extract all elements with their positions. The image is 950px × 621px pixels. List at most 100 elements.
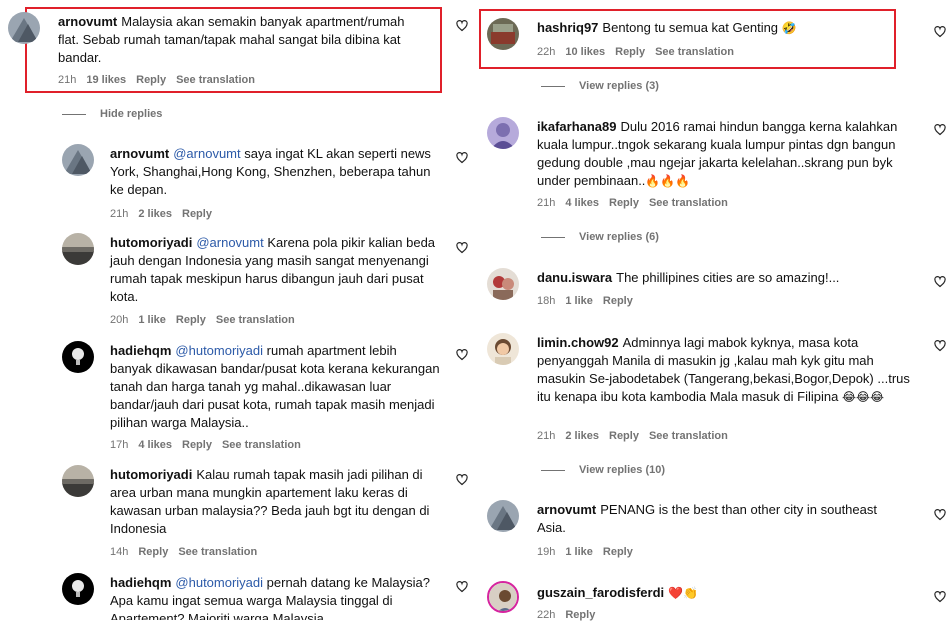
- like-heart-icon[interactable]: [933, 591, 947, 605]
- comment-meta: 19h 1 like Reply: [537, 546, 643, 558]
- like-heart-icon[interactable]: [455, 242, 469, 256]
- reply-button[interactable]: Reply: [609, 197, 639, 209]
- like-heart-icon[interactable]: [933, 276, 947, 290]
- reply-button[interactable]: Reply: [609, 430, 639, 442]
- see-translation-link[interactable]: See translation: [178, 546, 257, 558]
- username[interactable]: hadiehqm: [110, 343, 171, 358]
- reply-button[interactable]: Reply: [603, 295, 633, 307]
- avatar[interactable]: [62, 465, 94, 497]
- comment-body: hutomoriyadi @arnovumt Karena pola pikir …: [110, 234, 440, 306]
- divider-line: [541, 469, 565, 471]
- see-translation-link[interactable]: See translation: [222, 439, 301, 451]
- comment-meta: 21h 2 likes Reply: [110, 208, 222, 220]
- likes-count[interactable]: 4 likes: [138, 439, 172, 451]
- avatar[interactable]: [487, 117, 519, 149]
- username[interactable]: arnovumt: [58, 14, 117, 29]
- like-heart-icon[interactable]: [455, 474, 469, 488]
- likes-count[interactable]: 4 likes: [565, 197, 599, 209]
- timestamp[interactable]: 21h: [110, 208, 128, 220]
- highlight-box-right: [479, 9, 896, 69]
- timestamp[interactable]: 17h: [110, 439, 128, 451]
- comment-meta: 18h 1 like Reply: [537, 295, 643, 307]
- like-heart-icon[interactable]: [933, 340, 947, 354]
- username[interactable]: arnovumt: [110, 146, 169, 161]
- like-heart-icon[interactable]: [933, 509, 947, 523]
- see-translation-link[interactable]: See translation: [649, 430, 728, 442]
- username[interactable]: ikafarhana89: [537, 119, 617, 134]
- avatar[interactable]: [8, 12, 40, 44]
- avatar[interactable]: [487, 268, 519, 300]
- avatar[interactable]: [487, 581, 519, 613]
- reply-button[interactable]: Reply: [565, 609, 595, 621]
- avatar[interactable]: [487, 500, 519, 532]
- reply-button[interactable]: Reply: [615, 46, 645, 58]
- mention-link[interactable]: @arnovumt: [173, 146, 240, 161]
- mention-link[interactable]: @hutomoriyadi: [175, 575, 263, 590]
- reply-button[interactable]: Reply: [182, 439, 212, 451]
- likes-count[interactable]: 1 like: [565, 546, 593, 558]
- username[interactable]: limin.chow92: [537, 335, 619, 350]
- divider-line: [541, 85, 565, 87]
- hide-replies-button[interactable]: Hide replies: [62, 108, 162, 120]
- reply-button[interactable]: Reply: [136, 74, 166, 86]
- timestamp[interactable]: 21h: [537, 430, 555, 442]
- like-heart-icon[interactable]: [455, 349, 469, 363]
- timestamp[interactable]: 22h: [537, 609, 555, 621]
- comment-text: The phillipines cities are so amazing!..…: [616, 270, 840, 285]
- timestamp[interactable]: 18h: [537, 295, 555, 307]
- likes-count[interactable]: 19 likes: [86, 74, 126, 86]
- view-replies-label: View replies (3): [579, 80, 659, 92]
- like-heart-icon[interactable]: [933, 124, 947, 138]
- mention-link[interactable]: @hutomoriyadi: [175, 343, 263, 358]
- like-heart-icon[interactable]: [933, 26, 947, 40]
- comment-body: limin.chow92 Adminnya lagi mabok kyknya, …: [537, 334, 922, 406]
- likes-count[interactable]: 10 likes: [565, 46, 605, 58]
- see-translation-link[interactable]: See translation: [655, 46, 734, 58]
- likes-count[interactable]: 1 like: [565, 295, 593, 307]
- avatar[interactable]: [487, 18, 519, 50]
- like-heart-icon[interactable]: [455, 152, 469, 166]
- reply-button[interactable]: Reply: [176, 314, 206, 326]
- avatar[interactable]: [62, 233, 94, 265]
- username[interactable]: danu.iswara: [537, 270, 612, 285]
- likes-count[interactable]: 2 likes: [138, 208, 172, 220]
- mention-link[interactable]: @arnovumt: [196, 235, 263, 250]
- avatar[interactable]: [62, 144, 94, 176]
- username[interactable]: hutomoriyadi: [110, 235, 192, 250]
- reply-button[interactable]: Reply: [138, 546, 168, 558]
- view-replies-button[interactable]: View replies (6): [541, 231, 659, 243]
- view-replies-button[interactable]: View replies (3): [541, 80, 659, 92]
- timestamp[interactable]: 19h: [537, 546, 555, 558]
- avatar[interactable]: [487, 333, 519, 365]
- timestamp[interactable]: 20h: [110, 314, 128, 326]
- see-translation-link[interactable]: See translation: [649, 197, 728, 209]
- likes-count[interactable]: 1 like: [138, 314, 166, 326]
- avatar[interactable]: [62, 341, 94, 373]
- username[interactable]: guszain_farodisferdi: [537, 585, 664, 600]
- like-heart-icon[interactable]: [455, 20, 469, 34]
- comment-body: hashriq97 Bentong tu semua kat Genting 🤣: [537, 19, 887, 37]
- username[interactable]: hutomoriyadi: [110, 467, 192, 482]
- comment-body: arnovumt Malaysia akan semakin banyak apa…: [58, 13, 428, 67]
- avatar[interactable]: [62, 573, 94, 605]
- reply-button[interactable]: Reply: [603, 546, 633, 558]
- comment-body: hutomoriyadi Kalau rumah tapak masih jadi…: [110, 466, 440, 538]
- username[interactable]: hashriq97: [537, 20, 598, 35]
- see-translation-link[interactable]: See translation: [216, 314, 295, 326]
- username[interactable]: hadiehqm: [110, 575, 171, 590]
- reply-button[interactable]: Reply: [182, 208, 212, 220]
- timestamp[interactable]: 22h: [537, 46, 555, 58]
- timestamp[interactable]: 21h: [58, 74, 76, 86]
- comment-text: Bentong tu semua kat Genting: [602, 20, 779, 35]
- divider-line: [62, 113, 86, 115]
- timestamp[interactable]: 14h: [110, 546, 128, 558]
- divider-line: [541, 236, 565, 238]
- like-heart-icon[interactable]: [455, 581, 469, 595]
- username[interactable]: arnovumt: [537, 502, 596, 517]
- see-translation-link[interactable]: See translation: [176, 74, 255, 86]
- view-replies-button[interactable]: View replies (10): [541, 464, 665, 476]
- likes-count[interactable]: 2 likes: [565, 430, 599, 442]
- comment-body: guszain_farodisferdi ❤️👏: [537, 584, 907, 602]
- view-replies-label: View replies (10): [579, 464, 666, 476]
- timestamp[interactable]: 21h: [537, 197, 555, 209]
